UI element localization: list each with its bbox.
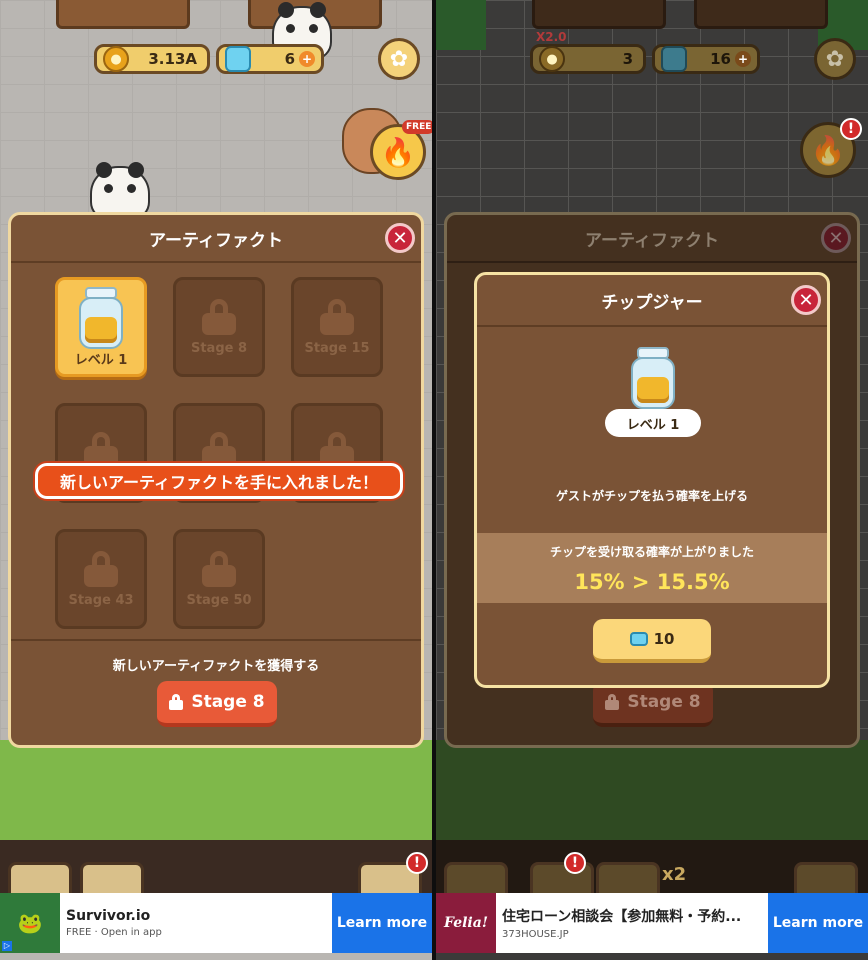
gem-icon	[225, 46, 251, 72]
coin-icon: ●	[103, 46, 129, 72]
lock-icon	[320, 298, 354, 335]
lock-icon	[202, 298, 236, 335]
artifact-slot-locked[interactable]: Stage 43	[55, 529, 147, 629]
ad-title: 住宅ローン相談会【参加無料・予約...	[502, 909, 742, 925]
divider	[11, 639, 421, 641]
grass-area	[0, 740, 432, 840]
x2-badge: x2	[662, 864, 687, 885]
lock-icon	[169, 694, 184, 710]
level-label: レベル 1	[605, 409, 701, 437]
coin-counter: ● 3	[530, 44, 646, 74]
alert-badge: !	[406, 852, 428, 874]
artifact-slot-locked[interactable]: Stage 50	[173, 529, 265, 629]
artifact-slot-locked[interactable]: Stage 8	[173, 277, 265, 377]
ad-learn-more-button[interactable]: Learn more	[768, 893, 868, 953]
settings-button[interactable]: ✿	[814, 38, 856, 80]
jar-icon	[75, 286, 127, 349]
gem-icon	[629, 632, 648, 646]
artifact-slot-locked[interactable]: Stage 15	[291, 277, 383, 377]
flower-icon: ✿	[825, 46, 845, 72]
settings-button[interactable]: ✿	[378, 38, 420, 80]
stage-unlock-button[interactable]: Stage 8	[157, 681, 277, 727]
ad-thumbnail[interactable]: 🐸 ▷	[0, 893, 60, 953]
close-icon: ✕	[828, 227, 844, 249]
lock-icon	[202, 550, 236, 587]
gem-counter[interactable]: 6 +	[216, 44, 324, 74]
hedge	[436, 0, 486, 50]
ad-thumbnail[interactable]: Felia!	[436, 893, 496, 953]
ad-subtitle: 373HOUSE.JP	[502, 929, 569, 940]
alert-badge: !	[840, 118, 862, 140]
fire-icon: 🔥	[380, 135, 416, 169]
close-icon: ✕	[392, 227, 408, 249]
lock-icon	[84, 550, 118, 587]
ad-title: Survivor.io	[66, 908, 151, 924]
lock-icon	[605, 694, 620, 710]
close-button[interactable]: ✕	[385, 223, 415, 253]
stat-panel: チップを受け取る確率が上がりました 15% > 15.5%	[477, 533, 827, 603]
coin-counter: ● 3.13A	[94, 44, 210, 74]
bench	[56, 0, 190, 29]
add-gems-button[interactable]: +	[735, 51, 751, 67]
ad-banner[interactable]: 🐸 ▷ Survivor.io FREE · Open in app Learn …	[0, 893, 432, 953]
jar-icon	[627, 347, 679, 409]
gem-icon	[661, 46, 687, 72]
flower-icon: ✿	[389, 46, 409, 72]
bench	[694, 0, 828, 29]
close-button[interactable]: ✕	[821, 223, 851, 253]
add-gems-button[interactable]: +	[299, 51, 315, 67]
artifact-description: ゲストがチップを払う確率を上げる	[555, 489, 748, 503]
grass-area	[436, 740, 868, 840]
fire-icon: 🔥	[810, 133, 846, 167]
artifact-detail-dialog: チップジャー ✕ レベル 1 ゲストがチップを払う確率を上げる チップを受け取る…	[474, 272, 830, 688]
stat-value: 15% > 15.5%	[574, 570, 730, 594]
new-artifact-notice: 新しいアーティファクトを手に入れました！	[35, 463, 403, 499]
artifact-slot-tip-jar[interactable]: レベル 1	[55, 277, 147, 377]
ad-info-icon[interactable]: ▷	[2, 941, 12, 951]
artifact-modal: アーティファクト ✕ レベル 1 Stage 8 Stage 15 Stage …	[8, 212, 424, 748]
stat-label: チップを受け取る確率が上がりました	[549, 545, 754, 559]
ad-banner[interactable]: Felia! 住宅ローン相談会【参加無料・予約... 373HOUSE.JP L…	[436, 893, 868, 953]
upgrade-price-button[interactable]: 10	[593, 619, 711, 663]
footer-text: 新しいアーティファクトを獲得する	[112, 659, 320, 674]
left-screen: ● 3.13A 6 + ✿ 🔥 FREE ! アーティファクト ✕ レベル 1 …	[0, 0, 432, 960]
modal-title: アーティファクト	[447, 215, 857, 263]
alert-badge: !	[564, 852, 586, 874]
right-screen: X2.0 ● 3 16 + ✿ 🔥 ! ! x2 アーティファクト ✕ Stag…	[436, 0, 868, 960]
close-icon: ✕	[798, 289, 814, 311]
ad-subtitle: FREE · Open in app	[66, 927, 162, 938]
free-badge: FREE	[402, 120, 432, 134]
detail-title: チップジャー	[477, 275, 827, 327]
ad-learn-more-button[interactable]: Learn more	[332, 893, 432, 953]
modal-title: アーティファクト	[11, 215, 421, 263]
coin-icon: ●	[539, 46, 565, 72]
bench	[532, 0, 666, 29]
close-button[interactable]: ✕	[791, 285, 821, 315]
gem-counter[interactable]: 16 +	[652, 44, 760, 74]
multiplier-label: X2.0	[536, 30, 567, 44]
